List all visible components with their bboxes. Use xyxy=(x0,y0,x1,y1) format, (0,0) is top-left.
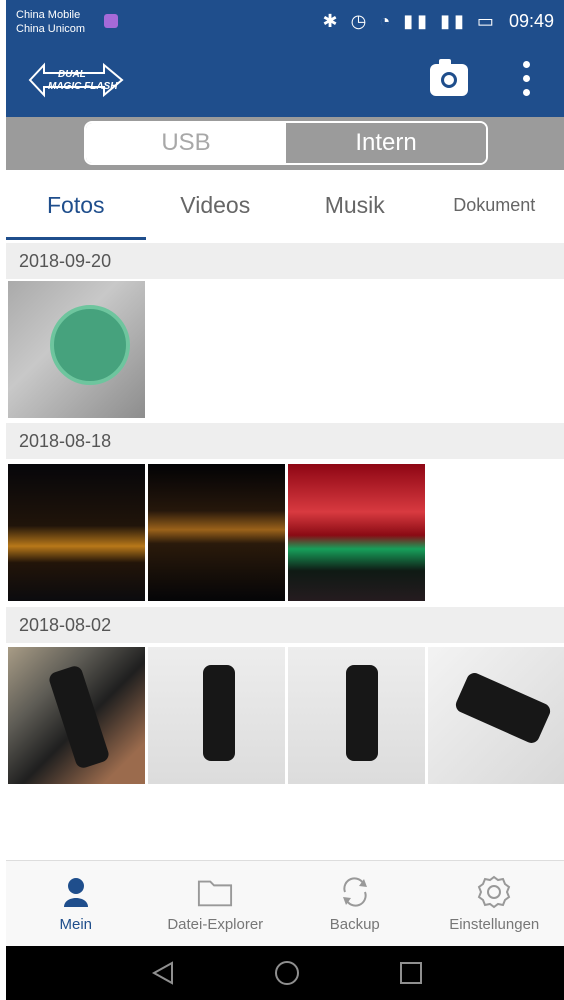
photo-thumbnail[interactable] xyxy=(288,464,425,601)
status-icons: ✱ ◷ ◔ ▮▮ ▮▮ ▭ 09:49 xyxy=(323,11,554,32)
photo-thumbnail[interactable] xyxy=(8,464,145,601)
status-bar: China Mobile China Unicom ✱ ◷ ◔ ▮▮ ▮▮ ▭ … xyxy=(6,0,564,45)
tab-videos[interactable]: Videos xyxy=(146,170,286,240)
carrier-1: China Mobile xyxy=(16,9,81,21)
usb-toggle-option[interactable]: USB xyxy=(86,123,286,163)
user-icon xyxy=(58,874,94,910)
battery-icon: ▭ xyxy=(476,11,498,31)
carrier-2: China Unicom xyxy=(16,23,86,35)
nav-einstellungen[interactable]: Einstellungen xyxy=(425,861,564,946)
more-dot-3 xyxy=(523,89,530,96)
dual-magic-flash-logo: DUAL MAGIC FLASH xyxy=(28,62,124,98)
gear-icon-svg xyxy=(478,875,511,909)
nav-label-einstellungen: Einstellungen xyxy=(449,916,540,933)
system-navigation-bar xyxy=(6,946,564,1000)
photo-thumbnail[interactable] xyxy=(428,647,564,784)
bluetooth-icon: ✱ xyxy=(322,11,342,31)
tab-musik[interactable]: Musik xyxy=(285,170,425,240)
carrier-info: China Mobile China Unicom xyxy=(16,8,85,36)
nav-label-datei-explorer: Datei-Explorer xyxy=(167,916,264,933)
svg-text:MAGIC FLASH: MAGIC FLASH xyxy=(48,81,118,92)
date-header: 2018-08-18 xyxy=(6,423,564,459)
usb-stick-shape xyxy=(203,665,235,761)
media-tabs: Fotos Videos Musik Dokument xyxy=(6,170,564,240)
tab-fotos[interactable]: Fotos xyxy=(6,170,146,240)
alarm-icon: ◷ xyxy=(350,11,371,31)
usb-stick-shape xyxy=(47,664,111,770)
photo-thumbnail[interactable] xyxy=(148,647,285,784)
usb-stick-shape xyxy=(453,670,553,746)
sync-icon xyxy=(337,874,373,910)
photo-thumbnail[interactable] xyxy=(288,647,425,784)
photo-thumbnail[interactable] xyxy=(8,281,145,418)
sync-icon-svg xyxy=(342,877,367,907)
camera-icon xyxy=(441,72,457,88)
date-header: 2018-09-20 xyxy=(6,243,564,279)
gear-icon xyxy=(476,874,512,910)
photo-subject xyxy=(50,305,130,385)
gallery-notification-icon xyxy=(104,14,118,28)
nav-backup[interactable]: Backup xyxy=(285,861,425,946)
signal-4g-icon: ▮▮ xyxy=(440,11,468,31)
nav-label-backup: Backup xyxy=(329,916,380,933)
wifi-icon: ◔ xyxy=(379,11,395,31)
app-bar: DUAL MAGIC FLASH xyxy=(6,45,564,117)
folder-icon-svg xyxy=(198,880,233,907)
tab-dokument[interactable]: Dokument xyxy=(425,170,564,240)
storage-toggle: USB Intern xyxy=(84,121,488,165)
signal-2g-icon: ▮▮ xyxy=(403,11,432,31)
photo-thumbnail[interactable] xyxy=(8,647,145,784)
nav-mein[interactable]: Mein xyxy=(6,861,146,946)
intern-toggle-option[interactable]: Intern xyxy=(286,123,486,163)
home-icon[interactable] xyxy=(274,960,300,986)
nav-datei-explorer[interactable]: Datei-Explorer xyxy=(146,861,286,946)
bottom-navigation: Mein Datei-Explorer Backup Einstellungen xyxy=(6,860,564,946)
svg-text:DUAL: DUAL xyxy=(58,69,86,80)
user-icon-svg xyxy=(63,878,88,907)
clock: 09:49 xyxy=(508,11,554,31)
recent-apps-icon[interactable] xyxy=(398,960,424,986)
photo-thumbnail[interactable] xyxy=(148,464,285,601)
folder-icon xyxy=(197,874,233,910)
more-dot-2 xyxy=(523,75,530,82)
storage-toggle-bar: USB Intern xyxy=(6,117,564,170)
camera-button[interactable] xyxy=(430,59,468,96)
usb-stick-shape xyxy=(346,665,378,761)
date-header: 2018-08-02 xyxy=(6,607,564,643)
more-options-button[interactable] xyxy=(516,61,536,101)
back-icon[interactable] xyxy=(150,960,176,986)
more-dot-1 xyxy=(523,61,530,68)
nav-label-mein: Mein xyxy=(59,916,92,933)
